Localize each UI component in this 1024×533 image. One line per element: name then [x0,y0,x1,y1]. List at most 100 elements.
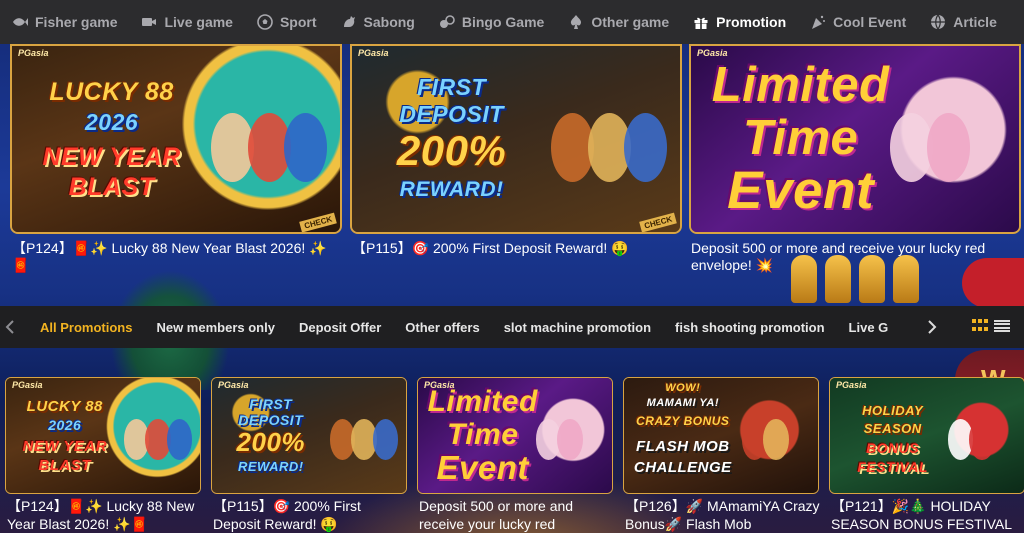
nav-item-article[interactable]: Article [918,0,1009,44]
featured-promotion-card[interactable]: LUCKY 88 2026 NEW YEAR BLAST PGasia CHECK [10,44,342,234]
banner-title-text: 200% [236,427,306,458]
banner-title-text: 200% [396,126,507,174]
top-navigation: Fisher game Live game Sport Sabong Bingo Gam… [0,0,1024,44]
category-bar: All Promotions New members only Deposit Of… [0,306,1024,348]
promotion-card[interactable]: HOLIDAY SEASON BONUS FESTIVAL PGasia [829,377,1024,494]
rooster-icon [341,14,357,30]
banner-title-text: Limited [711,58,890,113]
nav-item-live-game[interactable]: Live game [129,0,244,44]
nav-item-fisher-game[interactable]: Fisher game [0,0,129,44]
banner-title-text: DEPOSIT [238,412,304,429]
category-tab-slot-machine-promotion[interactable]: slot machine promotion [504,320,651,335]
banner-title-text: LUCKY 88 [26,398,103,416]
featured-promotion-caption[interactable]: 【P115】🎯 200% First Deposit Reward! 🤑 [352,240,680,257]
chevron-left-icon [5,320,14,334]
view-toggle [972,319,1010,333]
banner-title-text: Limited [427,385,538,419]
banner-title-text: CHALLENGE [633,458,732,476]
brand-logo: PGasia [697,48,728,58]
banner-title-text: BONUS [866,440,920,457]
brand-logo: PGasia [358,48,389,58]
category-prev-arrow[interactable] [0,306,20,348]
globe-icon [930,14,946,30]
banner-title-text: Time [446,418,519,452]
promotion-caption[interactable]: 【P121】🎉🎄 HOLIDAY SEASON BONUS FESTIVAL [831,497,1024,533]
category-tab-deposit-offer[interactable]: Deposit Offer [299,320,381,335]
banner-title-text: Event [436,448,529,486]
nav-item-label: Cool Event [833,14,907,30]
promotion-caption[interactable]: 【P115】🎯 200% First Deposit Reward! 🤑 [213,497,409,533]
nav-item-label: Article [953,14,997,30]
character-illustration [372,418,399,460]
fish-icon [12,14,28,30]
category-next-arrow[interactable] [922,306,942,348]
nav-item-label: Sport [279,14,317,30]
chevron-right-icon [928,320,937,334]
nav-item-label: Promotion [716,14,787,30]
grid-view-icon[interactable] [972,319,988,333]
promotion-card[interactable]: FIRST DEPOSIT 200% REWARD! PGasia [211,377,407,494]
category-list: All Promotions New members only Deposit Of… [40,320,930,335]
banner-title-text: FIRST [417,74,487,101]
banner-title-text: Time [742,111,859,166]
brand-logo: PGasia [836,380,867,390]
promotion-card[interactable]: WOW! MAMAMI YA! CRAZY BONUS FLASH MOB CHALLE… [623,377,819,494]
brand-logo: PGasia [18,48,49,58]
featured-promotion-card[interactable]: Limited Time Event PGasia [689,44,1021,234]
banner-title-text: SEASON [863,421,922,437]
character-illustration [969,418,995,460]
banner-title-text: HOLIDAY [862,402,924,418]
banner-title-text: CRAZY BONUS [636,414,730,429]
nav-item-cool-event[interactable]: Cool Event [798,0,918,44]
character-illustration [763,418,789,460]
promotion-caption[interactable]: 【P124】🧧✨ Lucky 88 New Year Blast 2026! ✨… [7,497,203,533]
promotion-card[interactable]: LUCKY 88 2026 NEW YEAR BLAST PGasia [5,377,201,494]
promotion-caption[interactable]: 【P126】🚀 MAmamiYA Crazy Bonus🚀 Flash Mob [625,497,821,533]
category-tab-other-offers[interactable]: Other offers [405,320,479,335]
brand-logo: PGasia [424,380,455,390]
nav-item-promotion[interactable]: Promotion [681,0,798,44]
banner-title-text: REWARD! [399,178,504,201]
banner-title-text: NEW YEAR [42,142,181,171]
nav-item-sport[interactable]: Sport [245,0,329,44]
banner-title-text: 2026 [84,108,139,135]
soccer-ball-icon [257,14,273,30]
nav-item-bingo-game[interactable]: Bingo Game [427,0,556,44]
nav-item-sabong[interactable]: Sabong [329,0,427,44]
featured-promotion-card[interactable]: FIRST DEPOSIT 200% REWARD! PGasia CHECK [350,44,682,234]
featured-promotion-caption[interactable]: Deposit 500 or more and receive your luc… [691,240,1019,274]
banner-title-text: FLASH MOB [635,437,730,455]
banner-title-text: FESTIVAL [857,458,929,475]
party-popper-icon [810,14,826,30]
banner-title-text: Event [727,160,874,220]
banner-title-text: LUCKY 88 [49,78,174,107]
banner-title-text: DEPOSIT [399,101,504,127]
category-tab-fish-shooting-promotion[interactable]: fish shooting promotion [675,320,824,335]
nav-item-label: Live game [164,14,233,30]
brand-logo: PGasia [12,380,43,390]
banner-title-text: 2026 [48,416,82,433]
nav-item-label: Bingo Game [461,14,545,30]
banner-title-text: REWARD! [237,458,304,474]
holiday-banner-art [830,378,1024,493]
list-view-icon[interactable] [994,319,1010,333]
video-icon [141,14,157,30]
character-illustration [557,418,583,460]
banner-title-text: NEW YEAR [22,437,108,455]
character-illustration [166,418,193,460]
category-tab-live-g[interactable]: Live G [849,320,889,335]
banner-title-text: BLAST [38,456,92,474]
banner-title-text: FIRST [249,395,293,412]
brand-logo: PGasia [218,380,249,390]
promotion-card[interactable]: Limited Time Event PGasia [417,377,613,494]
category-tab-new-members-only[interactable]: New members only [156,320,275,335]
bingo-ball-icon [439,14,455,30]
character-illustration [926,112,970,182]
character-illustration [624,112,668,182]
nav-item-label: Sabong [363,14,415,30]
promotion-caption[interactable]: Deposit 500 or more and receive your luc… [419,497,615,533]
nav-item-other-game[interactable]: Other game [556,0,681,44]
banner-title-text: WOW! [665,381,701,394]
featured-promotion-caption[interactable]: 【P124】🧧✨ Lucky 88 New Year Blast 2026! ✨… [12,240,340,274]
category-tab-all-promotions[interactable]: All Promotions [40,320,132,335]
